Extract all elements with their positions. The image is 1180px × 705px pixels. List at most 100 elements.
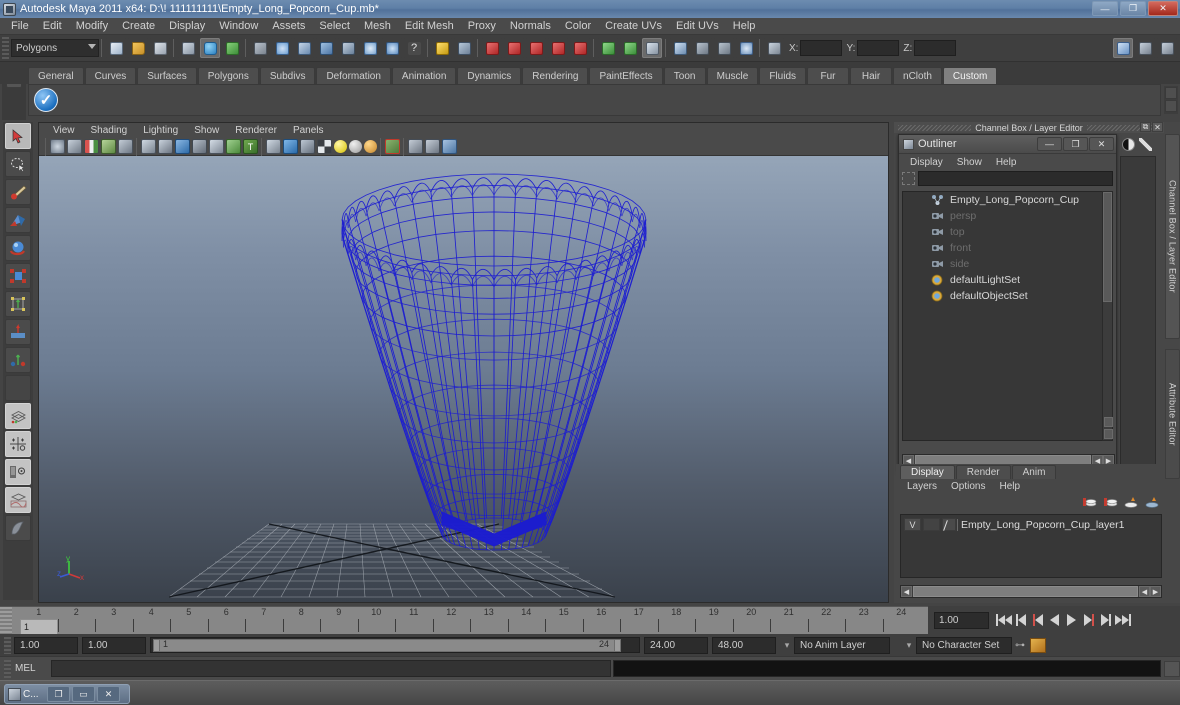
layer-list[interactable]: V Empty_Long_Popcorn_Cup_layer1 bbox=[900, 514, 1162, 578]
open-scene-button[interactable] bbox=[128, 38, 148, 58]
outliner-title-bar[interactable]: Outliner — ❐ ✕ bbox=[899, 135, 1116, 154]
viewport-3d-canvas[interactable]: y x z bbox=[39, 156, 888, 602]
go-to-start-icon[interactable] bbox=[995, 611, 1012, 629]
command-line-grip[interactable] bbox=[4, 659, 11, 678]
layer-menu-options[interactable]: Options bbox=[944, 481, 992, 492]
undock-icon[interactable]: ⧉ bbox=[1140, 122, 1151, 132]
bookmark-icon[interactable] bbox=[84, 139, 99, 154]
shelf-tab-dynamics[interactable]: Dynamics bbox=[457, 67, 522, 84]
range-grip[interactable] bbox=[4, 636, 11, 654]
smooth-shade-selected-icon[interactable] bbox=[175, 139, 190, 154]
input-line-mode-button[interactable] bbox=[764, 38, 784, 58]
maximize-button[interactable]: ❐ bbox=[1120, 1, 1146, 16]
component-mask-misc-button[interactable]: ? bbox=[404, 38, 424, 58]
new-scene-button[interactable] bbox=[106, 38, 126, 58]
viewport-menu-show[interactable]: Show bbox=[186, 125, 227, 136]
outliner-minimize-button[interactable]: — bbox=[1037, 137, 1062, 151]
snap-to-point-button[interactable] bbox=[526, 38, 546, 58]
tab-channel-box-layer-editor[interactable]: Channel Box / Layer Editor bbox=[1165, 134, 1180, 339]
paint-select-tool[interactable] bbox=[5, 179, 31, 205]
step-forward-frame-icon[interactable] bbox=[1080, 611, 1097, 629]
scale-tool[interactable] bbox=[5, 263, 31, 289]
soft-modification-tool[interactable] bbox=[5, 319, 31, 345]
two-d-pan-zoom-icon[interactable] bbox=[118, 139, 133, 154]
step-back-keyframe-icon[interactable] bbox=[1012, 611, 1029, 629]
script-editor-icon[interactable] bbox=[1164, 660, 1180, 677]
layer-name[interactable]: Empty_Long_Popcorn_Cup_layer1 bbox=[957, 518, 1124, 531]
viewport-menu-panels[interactable]: Panels bbox=[285, 125, 332, 136]
paint-stroke-icon[interactable] bbox=[1139, 138, 1152, 151]
camera-attributes-icon[interactable] bbox=[67, 139, 82, 154]
shelf-tab-deformation[interactable]: Deformation bbox=[316, 67, 391, 84]
playback-end-field[interactable]: 24.00 bbox=[644, 636, 708, 654]
range-start-field[interactable]: 1.00 bbox=[14, 636, 78, 654]
range-slider-track[interactable] bbox=[153, 639, 619, 652]
xray-joints-icon[interactable] bbox=[283, 139, 298, 154]
anim-layer-selector[interactable]: No Anim Layer bbox=[794, 636, 890, 654]
step-forward-keyframe-icon[interactable] bbox=[1097, 611, 1114, 629]
current-time-indicator[interactable]: 1 bbox=[20, 619, 58, 635]
outliner-item-default-object-set[interactable]: defaultObjectSet bbox=[903, 288, 1104, 304]
show-hide-attribute-editor-button[interactable] bbox=[1113, 38, 1133, 58]
menu-edit-mesh[interactable]: Edit Mesh bbox=[398, 19, 461, 33]
menu-create-uvs[interactable]: Create UVs bbox=[598, 19, 669, 33]
scrollbar-thumb[interactable] bbox=[913, 586, 1138, 597]
shelf-tab-polygons[interactable]: Polygons bbox=[197, 67, 259, 84]
select-by-object-type-button[interactable] bbox=[200, 38, 220, 58]
outliner-maximize-button[interactable]: ❐ bbox=[1063, 137, 1088, 151]
time-slider[interactable]: 1 2 3 4 5 6 7 8 9 10 11 12 13 14 15 16 17 18 19 20 21 22 23 24 … bbox=[0, 606, 928, 635]
menu-select[interactable]: Select bbox=[312, 19, 357, 33]
outliner-menu-show[interactable]: Show bbox=[950, 157, 989, 168]
select-by-hierarchy-button[interactable] bbox=[178, 38, 198, 58]
outliner-close-button[interactable]: ✕ bbox=[1089, 137, 1114, 151]
save-scene-button[interactable] bbox=[150, 38, 170, 58]
menu-window[interactable]: Window bbox=[212, 19, 265, 33]
scroll-left-button-2[interactable]: ◀ bbox=[1139, 586, 1150, 597]
blue-check-icon[interactable] bbox=[34, 88, 58, 112]
go-to-end-icon[interactable] bbox=[1114, 611, 1131, 629]
shelf-tab-fluids[interactable]: Fluids bbox=[759, 67, 807, 84]
menu-color[interactable]: Color bbox=[558, 19, 598, 33]
construction-history-on-button[interactable] bbox=[598, 38, 618, 58]
search-filter-icon[interactable] bbox=[902, 172, 915, 185]
taskbar-close-button[interactable]: ✕ bbox=[97, 686, 120, 702]
component-mask-pivots-button[interactable] bbox=[360, 38, 380, 58]
menu-edit[interactable]: Edit bbox=[36, 19, 69, 33]
shelf-tab-rendering[interactable]: Rendering bbox=[522, 67, 589, 84]
shelf-tab-surfaces[interactable]: Surfaces bbox=[137, 67, 197, 84]
outliner-persp-layout[interactable] bbox=[5, 459, 31, 485]
viewport-menu-renderer[interactable]: Renderer bbox=[227, 125, 285, 136]
close-button[interactable]: ✕ bbox=[1148, 1, 1178, 16]
layer-row[interactable]: V Empty_Long_Popcorn_Cup_layer1 bbox=[901, 517, 1161, 532]
snap-to-curve-button[interactable] bbox=[504, 38, 524, 58]
menu-edit-uvs[interactable]: Edit UVs bbox=[669, 19, 726, 33]
scroll-left-button[interactable]: ◀ bbox=[901, 586, 912, 597]
menu-display[interactable]: Display bbox=[162, 19, 212, 33]
outliner-item-empty-long-popcorn-cup[interactable]: Empty_Long_Popcorn_Cup bbox=[903, 192, 1104, 208]
outliner-tree[interactable]: Empty_Long_Popcorn_Cup persp top front s… bbox=[902, 191, 1105, 441]
select-camera-icon[interactable] bbox=[50, 139, 65, 154]
construction-history-off-button[interactable] bbox=[620, 38, 640, 58]
default-light-icon[interactable] bbox=[349, 140, 362, 153]
layer-menu-layers[interactable]: Layers bbox=[900, 481, 944, 492]
animation-end-field[interactable]: 48.00 bbox=[712, 636, 776, 654]
outliner-vertical-scrollbar[interactable] bbox=[1102, 191, 1113, 441]
show-hide-tool-settings-button[interactable] bbox=[1135, 38, 1155, 58]
highlight-selection-button[interactable] bbox=[454, 38, 474, 58]
outliner-item-front[interactable]: front bbox=[903, 240, 1104, 256]
viewport-menu-shading[interactable]: Shading bbox=[83, 125, 136, 136]
scroll-up-button[interactable] bbox=[1104, 417, 1113, 427]
shelf-scroll-buttons[interactable] bbox=[1164, 86, 1178, 114]
outliner-menu-display[interactable]: Display bbox=[903, 157, 950, 168]
component-mask-lines-button[interactable] bbox=[294, 38, 314, 58]
selection-mode-selector[interactable]: Polygons bbox=[11, 39, 99, 57]
universal-manipulator-tool[interactable] bbox=[5, 291, 31, 317]
z-field[interactable] bbox=[914, 40, 957, 56]
step-back-frame-icon[interactable] bbox=[1029, 611, 1046, 629]
shelf-tab-subdivs[interactable]: Subdivs bbox=[259, 67, 316, 84]
command-input[interactable] bbox=[51, 660, 611, 677]
component-mask-points-button[interactable] bbox=[272, 38, 292, 58]
component-mask-faces-button[interactable] bbox=[316, 38, 336, 58]
shelf-tab-toon[interactable]: Toon bbox=[663, 67, 706, 84]
layer-menu-help[interactable]: Help bbox=[992, 481, 1027, 492]
